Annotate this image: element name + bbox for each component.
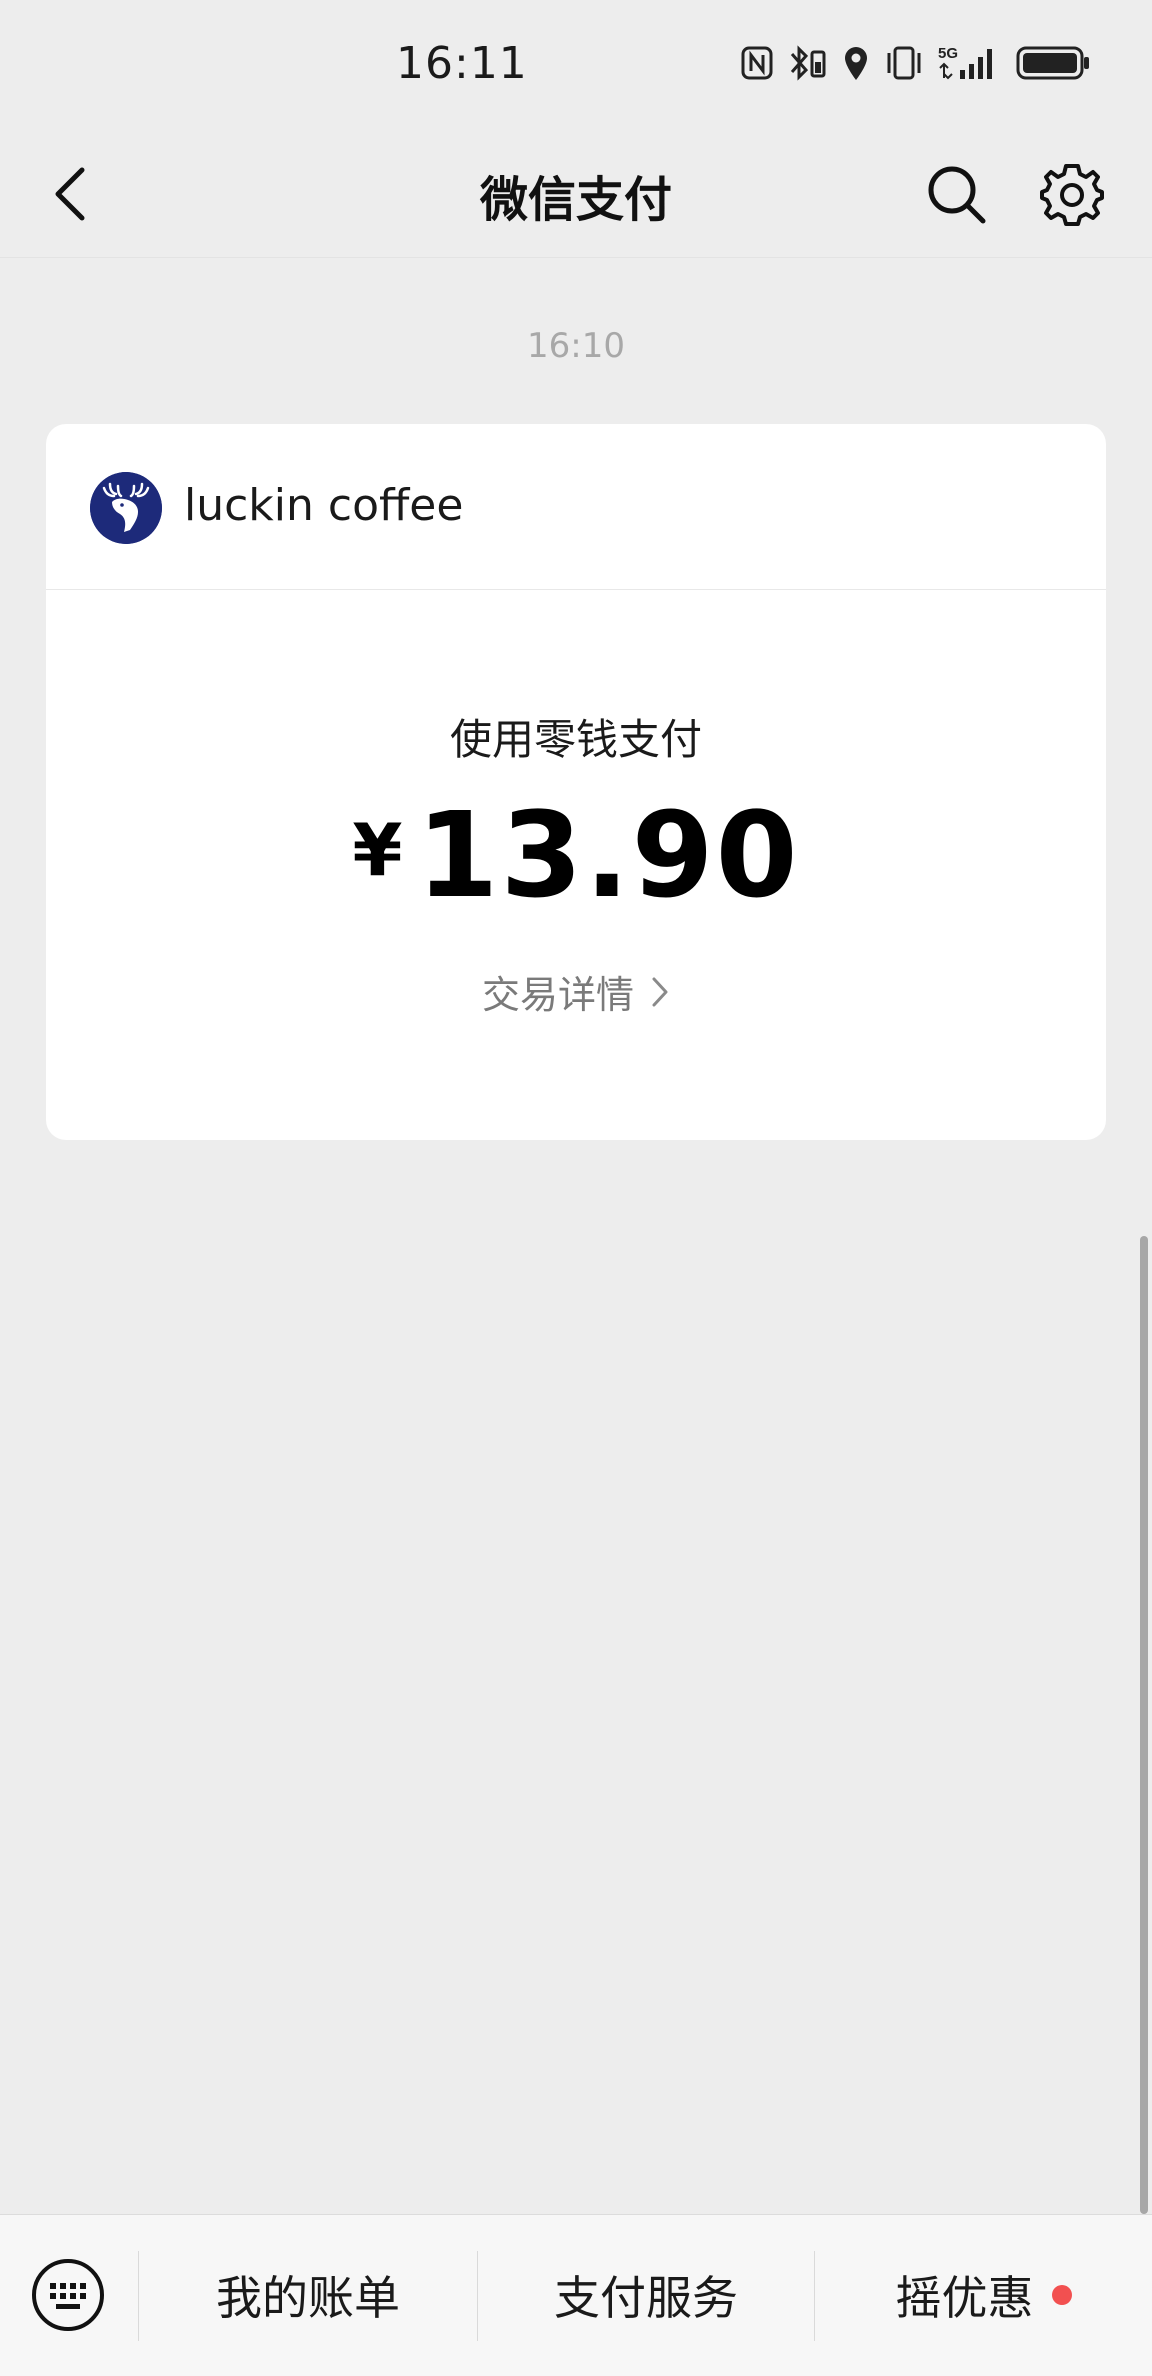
keyboard-button[interactable] bbox=[28, 2255, 108, 2335]
amount-currency: ¥ bbox=[352, 808, 403, 892]
nfc-icon bbox=[740, 45, 774, 81]
transaction-details-link[interactable]: 交易详情 bbox=[46, 964, 1106, 1019]
vibrate-icon bbox=[884, 45, 924, 81]
transaction-details-label: 交易详情 bbox=[481, 973, 634, 1017]
status-time: 16:11 bbox=[396, 38, 528, 89]
tab-my-bills[interactable]: 我的账单 bbox=[139, 2255, 477, 2335]
card-header[interactable]: luckin coffee bbox=[46, 424, 1106, 590]
tab-shake-discounts[interactable]: 摇优惠 bbox=[815, 2255, 1152, 2335]
payment-amount: ¥ 13.90 bbox=[46, 796, 1106, 914]
settings-button[interactable] bbox=[1034, 156, 1110, 232]
tab-shake-discounts-label: 摇优惠 bbox=[895, 2271, 1034, 2325]
wechat-pay-screen: 16:11 5G 微信支付 16:10 luckin coffee 使用零钱支付… bbox=[0, 0, 1152, 2376]
deer-logo-icon bbox=[90, 472, 162, 544]
chevron-right-icon bbox=[652, 977, 668, 1006]
tab-payment-services[interactable]: 支付服务 bbox=[478, 2255, 814, 2335]
payment-card[interactable]: luckin coffee 使用零钱支付 ¥ 13.90 交易详情 bbox=[46, 424, 1106, 1140]
message-timestamp: 16:10 bbox=[527, 326, 625, 366]
merchant-name: luckin coffee bbox=[184, 480, 464, 531]
amount-value: 13.90 bbox=[416, 786, 800, 924]
payment-method: 使用零钱支付 bbox=[449, 715, 702, 764]
search-icon bbox=[928, 166, 986, 224]
network-label: 5G bbox=[938, 45, 958, 62]
tab-payment-services-label: 支付服务 bbox=[554, 2271, 738, 2325]
status-bar: 16:11 5G bbox=[0, 0, 1152, 130]
bottom-menu-bar: 我的账单 支付服务 摇优惠 bbox=[0, 2214, 1152, 2376]
keyboard-icon bbox=[32, 2259, 104, 2331]
signal-icon: 5G bbox=[938, 44, 1002, 82]
battery-icon bbox=[1016, 44, 1092, 82]
merchant-logo bbox=[90, 472, 162, 544]
notification-dot bbox=[1051, 2285, 1072, 2305]
bluetooth-icon bbox=[788, 44, 828, 82]
scrollbar[interactable] bbox=[1140, 1236, 1148, 2214]
nav-bar: 微信支付 bbox=[0, 130, 1152, 258]
tab-my-bills-label: 我的账单 bbox=[216, 2271, 400, 2325]
location-icon bbox=[842, 44, 870, 82]
gear-icon bbox=[1040, 164, 1104, 226]
search-button[interactable] bbox=[920, 158, 992, 230]
status-icons: 5G bbox=[740, 44, 1092, 82]
